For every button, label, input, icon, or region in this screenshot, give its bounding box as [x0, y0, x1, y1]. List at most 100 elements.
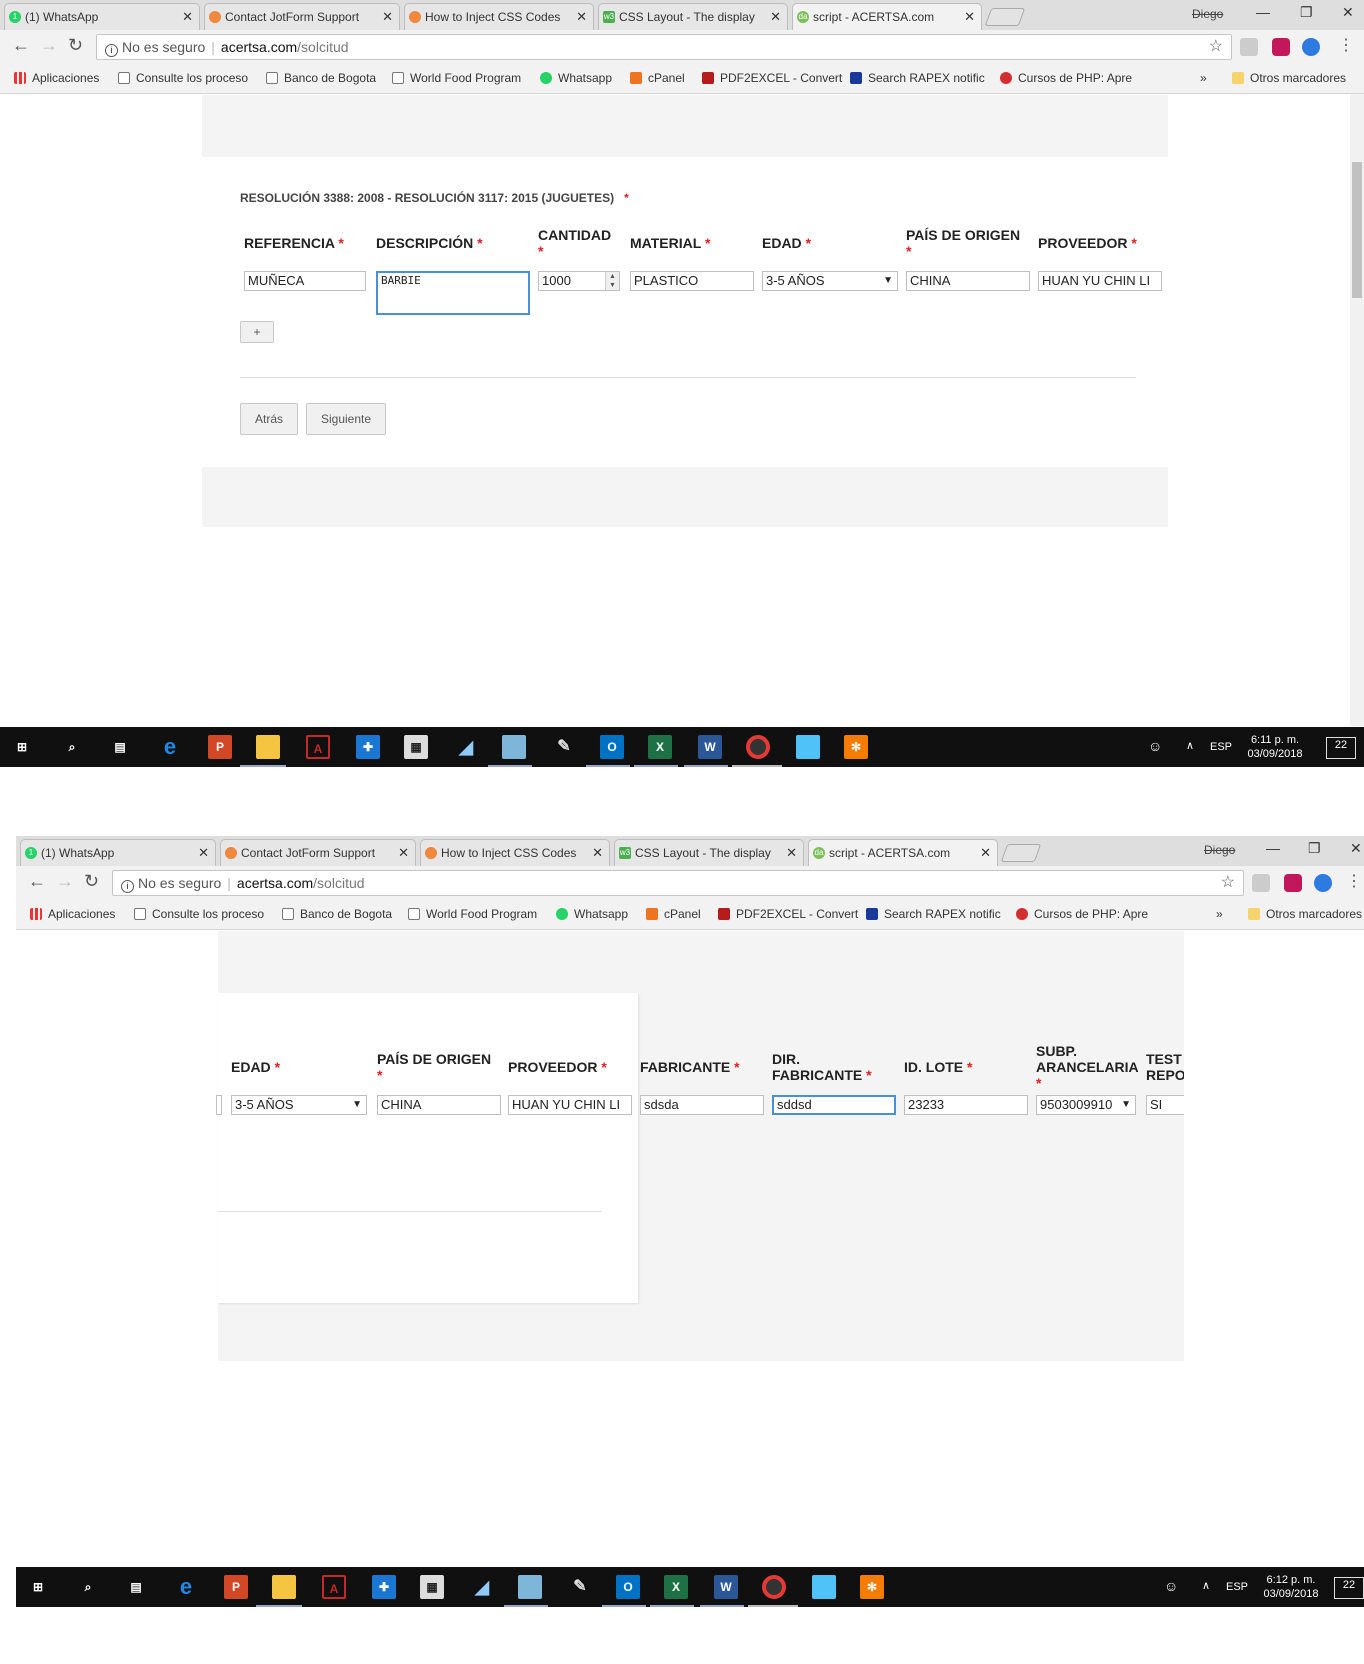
info-icon[interactable]: i: [105, 44, 118, 57]
powerpoint-icon[interactable]: P: [208, 735, 232, 759]
bookmark-banco[interactable]: Banco de Bogota: [282, 907, 392, 921]
chevron-up-icon[interactable]: ∧: [1186, 739, 1194, 753]
proveedor-input[interactable]: HUAN YU CHIN LI: [508, 1095, 632, 1115]
address-bar[interactable]: i No es seguro | acertsa.com/solcitud ☆: [112, 870, 1244, 896]
calculator-icon[interactable]: ▦: [420, 1575, 444, 1599]
calculator-icon[interactable]: ▦: [404, 735, 428, 759]
bookmark-pdf2excel[interactable]: PDF2EXCEL - Convert: [718, 907, 858, 921]
close-icon[interactable]: ✕: [964, 4, 975, 30]
xampp-icon[interactable]: ✻: [844, 735, 868, 759]
notification-center-icon[interactable]: 22: [1334, 1577, 1364, 1599]
powerpoint-icon[interactable]: P: [224, 1575, 248, 1599]
fabricante-input[interactable]: sdsda: [640, 1095, 764, 1115]
scrollbar-thumb[interactable]: [1352, 162, 1362, 298]
windows-start-icon[interactable]: ⊞: [26, 1575, 50, 1599]
material-input[interactable]: PLASTICO: [630, 271, 754, 291]
task-view-icon[interactable]: ▤: [124, 1575, 148, 1599]
menu-kebab-icon[interactable]: ⋮: [1338, 35, 1354, 55]
tab-acertsa[interactable]: da script - ACERTSA.com ✕: [792, 3, 982, 30]
tab-whatsapp[interactable]: 1 (1) WhatsApp ✕: [20, 839, 216, 866]
reload-icon[interactable]: ↻: [84, 871, 99, 892]
close-window-icon[interactable]: ✕: [1342, 4, 1354, 21]
forward-arrow-icon[interactable]: →: [56, 871, 74, 892]
pocket-icon[interactable]: [1284, 874, 1302, 892]
wireshark-icon[interactable]: ◢: [454, 735, 478, 759]
close-icon[interactable]: ✕: [398, 840, 409, 866]
chrome-icon[interactable]: [762, 1575, 786, 1599]
maximize-icon[interactable]: ❐: [1308, 840, 1321, 857]
xampp-icon[interactable]: ✻: [860, 1575, 884, 1599]
bookmark-rapex[interactable]: Search RAPEX notific: [866, 907, 1001, 921]
edge-icon[interactable]: e: [158, 735, 182, 759]
menu-kebab-icon[interactable]: ⋮: [1346, 871, 1362, 891]
vertical-scrollbar[interactable]: [1350, 94, 1364, 726]
outlook-icon[interactable]: O: [616, 1575, 640, 1599]
word-icon[interactable]: W: [714, 1575, 738, 1599]
close-icon[interactable]: ✕: [182, 4, 193, 30]
minimize-icon[interactable]: —: [1256, 4, 1270, 20]
back-button[interactable]: Atrás: [240, 403, 298, 435]
subp-arancelaria-select[interactable]: 9503009910 ▼: [1036, 1095, 1136, 1115]
paint-icon[interactable]: ✎: [552, 735, 576, 759]
language-indicator[interactable]: ESP: [1210, 740, 1232, 754]
word-icon[interactable]: W: [698, 735, 722, 759]
close-icon[interactable]: ✕: [576, 4, 587, 30]
next-button[interactable]: Siguiente: [306, 403, 386, 435]
wireshark-icon[interactable]: ◢: [470, 1575, 494, 1599]
tool-icon[interactable]: [518, 1575, 542, 1599]
bookmark-wfp[interactable]: World Food Program: [392, 71, 521, 85]
extension-icon[interactable]: [1240, 38, 1258, 56]
excel-icon[interactable]: X: [664, 1575, 688, 1599]
tab-jotform-support[interactable]: Contact JotForm Support ✕: [204, 3, 400, 30]
close-icon[interactable]: ✕: [382, 4, 393, 30]
clock[interactable]: 6:11 p. m. 03/09/2018: [1242, 733, 1308, 761]
proveedor-input[interactable]: HUAN YU CHIN LI: [1038, 271, 1162, 291]
tab-inject-css[interactable]: How to Inject CSS Codes ✕: [420, 839, 610, 866]
bookmark-wfp[interactable]: World Food Program: [408, 907, 537, 921]
pocket-icon[interactable]: [1272, 38, 1290, 56]
tab-whatsapp[interactable]: 1 (1) WhatsApp ✕: [4, 3, 200, 30]
bookmark-cursos-php[interactable]: Cursos de PHP: Apre: [1000, 71, 1132, 85]
close-window-icon[interactable]: ✕: [1350, 840, 1362, 857]
outlook-icon[interactable]: O: [600, 735, 624, 759]
new-tab-button[interactable]: [1000, 844, 1042, 862]
other-bookmarks[interactable]: Otros marcadores: [1248, 907, 1362, 921]
info-icon[interactable]: i: [121, 880, 134, 893]
close-icon[interactable]: ✕: [592, 840, 603, 866]
bookmark-rapex[interactable]: Search RAPEX notific: [850, 71, 985, 85]
search-icon[interactable]: ⌕: [60, 735, 84, 759]
tab-acertsa[interactable]: da script - ACERTSA.com ✕: [808, 839, 998, 866]
extension-icon[interactable]: [1252, 874, 1270, 892]
spinner-arrows-icon[interactable]: ▲ ▼: [605, 272, 619, 290]
security-shield-icon[interactable]: ✚: [372, 1575, 396, 1599]
pais-origen-input[interactable]: CHINA: [377, 1095, 501, 1115]
back-arrow-icon[interactable]: ←: [28, 871, 46, 892]
close-icon[interactable]: ✕: [770, 4, 781, 30]
edge-icon[interactable]: e: [174, 1575, 198, 1599]
bookmark-consulte[interactable]: Consulte los proceso: [134, 907, 264, 921]
windows-start-icon[interactable]: ⊞: [10, 735, 34, 759]
edad-select[interactable]: 3-5 AÑOS ▼: [762, 271, 898, 291]
bookmark-apps[interactable]: Aplicaciones: [30, 907, 115, 921]
minimize-icon[interactable]: —: [1266, 840, 1280, 856]
bookmark-apps[interactable]: Aplicaciones: [14, 71, 99, 85]
address-bar[interactable]: i No es seguro | acertsa.com/solcitud ☆: [96, 34, 1232, 60]
bookmarks-more[interactable]: »: [1200, 71, 1207, 85]
add-row-button[interactable]: +: [240, 321, 274, 343]
close-icon[interactable]: ✕: [980, 840, 991, 866]
cantidad-number-input[interactable]: 1000 ▲ ▼: [538, 271, 620, 291]
profile-name[interactable]: Diego: [1192, 7, 1223, 21]
paint-icon[interactable]: ✎: [568, 1575, 592, 1599]
bookmark-consulte[interactable]: Consulte los proceso: [118, 71, 248, 85]
profile-name[interactable]: Diego: [1204, 843, 1235, 857]
vimeo-extension-icon[interactable]: [1314, 874, 1332, 892]
new-tab-button[interactable]: [984, 8, 1026, 26]
remote-desktop-icon[interactable]: [812, 1575, 836, 1599]
bookmark-banco[interactable]: Banco de Bogota: [266, 71, 376, 85]
pais-origen-input[interactable]: CHINA: [906, 271, 1030, 291]
tab-jotform-support[interactable]: Contact JotForm Support ✕: [220, 839, 416, 866]
tab-inject-css[interactable]: How to Inject CSS Codes ✕: [404, 3, 594, 30]
file-explorer-icon[interactable]: [272, 1575, 296, 1599]
back-arrow-icon[interactable]: ←: [12, 35, 30, 56]
remote-desktop-icon[interactable]: [796, 735, 820, 759]
